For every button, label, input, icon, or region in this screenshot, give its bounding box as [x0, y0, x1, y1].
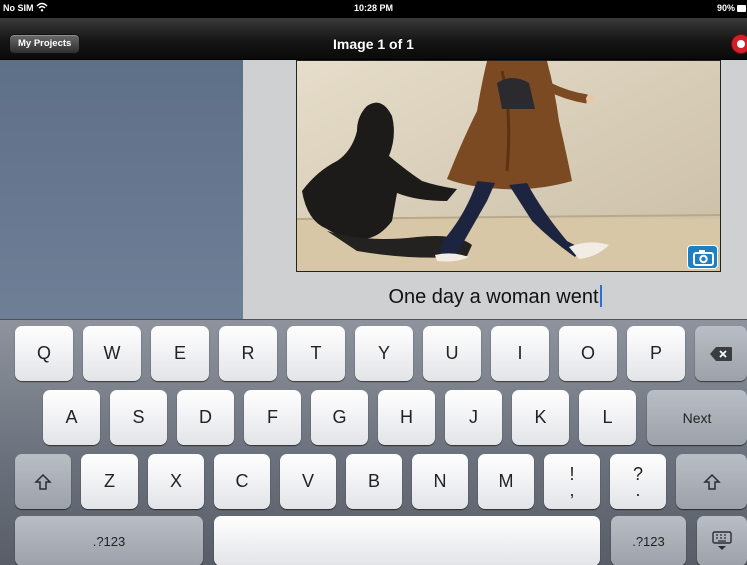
- key-c[interactable]: C: [214, 454, 270, 509]
- space-bar[interactable]: [214, 516, 600, 565]
- key-v[interactable]: V: [280, 454, 336, 509]
- status-bar: No SIM 10:28 PM 90%: [0, 0, 747, 18]
- camera-icon[interactable]: [687, 245, 718, 269]
- key-a[interactable]: A: [43, 390, 100, 445]
- key-b[interactable]: B: [346, 454, 402, 509]
- key-y[interactable]: Y: [355, 326, 413, 381]
- key-g[interactable]: G: [311, 390, 368, 445]
- battery-percent: 90%: [716, 3, 735, 13]
- key-r[interactable]: R: [219, 326, 277, 381]
- page-title: Image 1 of 1: [333, 36, 414, 52]
- key-p[interactable]: P: [627, 326, 685, 381]
- key-x[interactable]: X: [148, 454, 204, 509]
- key-z[interactable]: Z: [81, 454, 138, 509]
- numbers-key-right[interactable]: .?123: [611, 516, 686, 565]
- status-time: 10:28 PM: [353, 3, 394, 13]
- key-k[interactable]: K: [512, 390, 569, 445]
- left-panel: [0, 60, 243, 319]
- key-j[interactable]: J: [445, 390, 502, 445]
- record-icon[interactable]: [731, 34, 747, 54]
- caption-text: One day a woman went: [388, 286, 599, 308]
- key-exclamation-comma[interactable]: !,: [544, 454, 600, 509]
- key-o[interactable]: O: [559, 326, 617, 381]
- key-e[interactable]: E: [151, 326, 209, 381]
- key-l[interactable]: L: [579, 390, 636, 445]
- key-comma-bottom: ,: [569, 479, 575, 500]
- battery-icon: [737, 5, 746, 12]
- key-d[interactable]: D: [177, 390, 234, 445]
- shift-icon[interactable]: [15, 454, 71, 509]
- key-m[interactable]: M: [478, 454, 534, 509]
- key-u[interactable]: U: [423, 326, 481, 381]
- shift-icon[interactable]: [676, 454, 747, 509]
- key-h[interactable]: H: [378, 390, 435, 445]
- key-f[interactable]: F: [244, 390, 301, 445]
- story-photo[interactable]: [296, 60, 721, 272]
- next-button[interactable]: Next: [647, 390, 747, 445]
- keyboard-dismiss-icon[interactable]: [697, 516, 747, 565]
- key-period-bottom: .: [635, 479, 641, 500]
- key-q[interactable]: Q: [15, 326, 73, 381]
- navigation-bar: My Projects Image 1 of 1: [0, 18, 747, 60]
- backspace-icon[interactable]: [695, 326, 747, 381]
- text-cursor: [599, 285, 602, 307]
- key-t[interactable]: T: [287, 326, 345, 381]
- caption-text-field[interactable]: One day a woman went: [243, 285, 747, 309]
- key-s[interactable]: S: [110, 390, 167, 445]
- record-dot: [737, 40, 745, 48]
- key-i[interactable]: I: [491, 326, 549, 381]
- on-screen-keyboard: Q W E R T Y U I O P A S D F G H J K L Ne…: [0, 319, 747, 565]
- numbers-key-left[interactable]: .?123: [15, 516, 203, 565]
- key-question-period[interactable]: ?.: [610, 454, 666, 509]
- key-w[interactable]: W: [83, 326, 141, 381]
- key-n[interactable]: N: [412, 454, 468, 509]
